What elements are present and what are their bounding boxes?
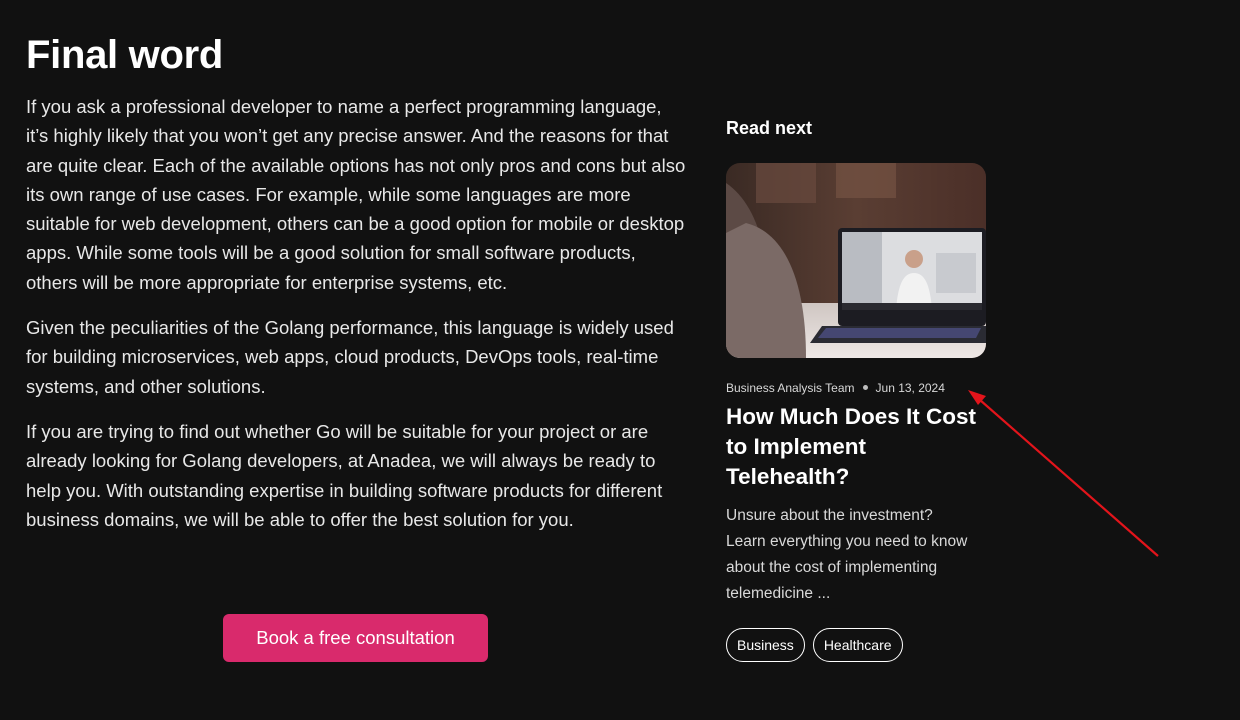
book-consultation-button[interactable]: Book a free consultation — [223, 614, 488, 662]
section-title: Final word — [26, 32, 224, 77]
paragraph: Given the peculiarities of the Golang pe… — [26, 317, 674, 397]
post-thumbnail[interactable] — [726, 163, 986, 358]
tag-healthcare[interactable]: Healthcare — [812, 628, 903, 662]
post-excerpt: Unsure about the investment? Learn every… — [726, 507, 968, 602]
post-date: Jun 13, 2024 — [875, 381, 945, 395]
separator-dot-icon — [862, 385, 868, 391]
post-tags: Business Healthcare — [726, 628, 903, 662]
telehealth-laptop-image — [726, 163, 986, 358]
read-next-sidebar: Read next Business Analysis Team Jun 13,… — [726, 116, 996, 662]
article-body: If you ask a professional developer to n… — [26, 92, 686, 550]
page: Final word If you ask a professional dev… — [0, 0, 1240, 720]
post-meta: Business Analysis Team Jun 13, 2024 — [726, 380, 945, 396]
post-author: Business Analysis Team — [726, 381, 855, 395]
paragraph: If you are trying to find out whether Go… — [26, 420, 663, 530]
paragraph: If you ask a professional developer to n… — [26, 96, 686, 293]
post-title-link[interactable]: How Much Does It Cost to Implement Teleh… — [726, 402, 991, 492]
read-next-heading: Read next — [726, 118, 813, 138]
tag-business[interactable]: Business — [726, 628, 805, 662]
